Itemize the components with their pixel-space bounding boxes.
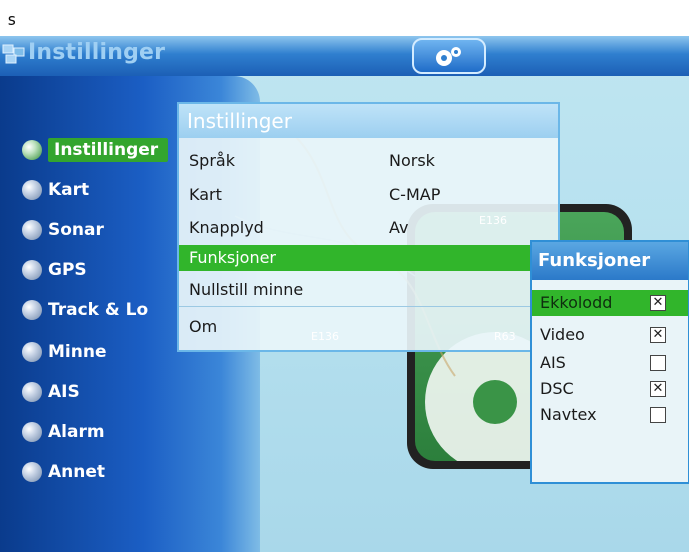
row-value: C-MAP [389,185,441,204]
sidebar-item-label: Alarm [48,422,105,442]
function-row-ekkolodd[interactable]: Ekkolodd ✕ [532,290,688,316]
sidebar-item-annet[interactable]: Annet [22,458,105,486]
functions-panel: Funksjoner Ekkolodd ✕ Video ✕ AIS DSC ✕ … [530,240,689,484]
sidebar-item-label: Annet [48,462,106,482]
function-row-navtex[interactable]: Navtex [532,402,688,428]
checkbox-checked[interactable]: ✕ [650,295,666,311]
functions-title: Funksjoner [532,242,688,280]
sidebar-item-label: Sonar [48,220,104,240]
title-bar: Instillinger [0,36,689,76]
alarm-icon [22,422,42,442]
row-label: Språk [189,151,235,170]
function-row-dsc[interactable]: DSC ✕ [532,376,688,402]
checkbox-unchecked[interactable] [650,407,666,423]
row-label: Nullstill minne [189,280,304,299]
other-icon [22,462,42,482]
sidebar-item-label: AIS [48,382,80,402]
row-value: Av [389,218,409,237]
settings-panel: Instillinger Språk Norsk Kart C-MAP Knap… [177,102,560,352]
checkbox-checked[interactable]: ✕ [650,327,666,343]
function-label: Navtex [540,405,597,424]
function-label: AIS [540,353,566,372]
function-label: Video [540,325,585,344]
gears-icon [436,47,461,66]
function-row-video[interactable]: Video ✕ [532,322,688,348]
sidebar-item-track[interactable]: Track & Lo [22,296,148,324]
sonar-icon [22,220,42,240]
settings-app-icon [2,44,25,64]
sidebar-item-minne[interactable]: Minne [22,338,106,366]
sidebar-item-sonar[interactable]: Sonar [22,216,104,244]
sidebar-item-alarm[interactable]: Alarm [22,418,105,446]
settings-row-nullstill[interactable]: Nullstill minne [179,277,558,303]
settings-row-funksjoner[interactable]: Funksjoner [179,245,531,271]
sidebar-item-label: Minne [48,342,107,362]
row-label: Knapplyd [189,218,264,237]
row-value: Norsk [389,151,435,170]
row-label: Kart [189,185,222,204]
sidebar-item-label: GPS [48,260,87,280]
gear-badge [412,38,486,74]
memory-icon [22,342,42,362]
ais-icon [22,382,42,402]
window-title: Instillinger [28,40,166,65]
function-label: DSC [540,379,574,398]
device-screen: Instillinger Instillinger Kart Sonar GPS [0,36,689,552]
map-icon [22,180,42,200]
function-label: Ekkolodd [540,293,613,312]
sidebar-item-label: Track & Lo [48,300,149,320]
settings-icon [22,140,42,160]
sidebar-item-label: Kart [48,180,90,200]
divider [179,306,558,307]
track-icon [22,300,42,320]
map-label: E136 [479,214,507,227]
row-label: Om [189,317,218,336]
sidebar-item-ais[interactable]: AIS [22,378,80,406]
row-label: Funksjoner [189,248,277,267]
settings-row-sprak[interactable]: Språk Norsk [179,148,558,174]
settings-row-kart[interactable]: Kart C-MAP [179,182,558,208]
sidebar-item-label: Instillinger [48,138,169,162]
sidebar-item-kart[interactable]: Kart [22,176,89,204]
caption-text: s [7,10,17,29]
checkbox-unchecked[interactable] [650,355,666,371]
checkbox-checked[interactable]: ✕ [650,381,666,397]
gps-icon [22,260,42,280]
sidebar-item-instillinger[interactable]: Instillinger [22,136,169,164]
function-row-ais[interactable]: AIS [532,350,688,376]
panel-title: Instillinger [179,104,558,138]
map-label: R63 [494,330,516,343]
map-label: E136 [311,330,339,343]
sidebar-item-gps[interactable]: GPS [22,256,87,284]
